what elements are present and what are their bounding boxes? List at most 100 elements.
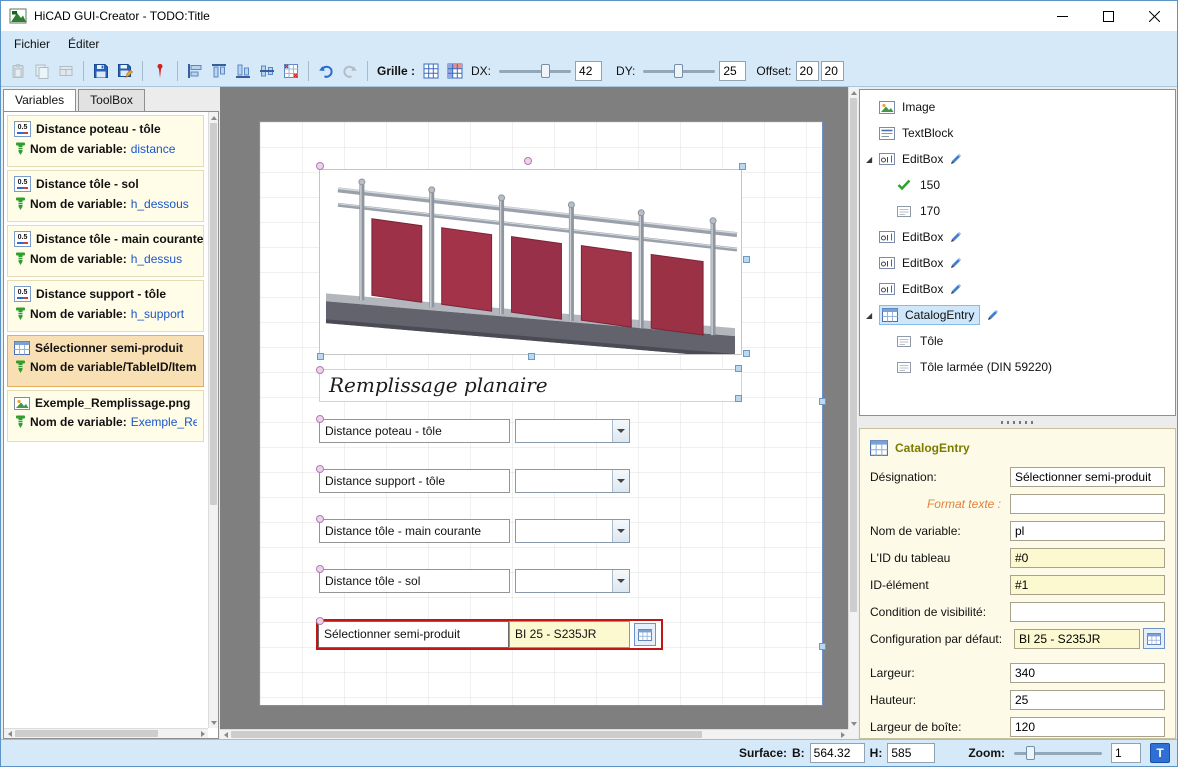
row-dropdown[interactable]	[515, 519, 630, 543]
dropdown-arrow-icon[interactable]	[612, 470, 629, 492]
largeur-boite-input[interactable]	[1010, 716, 1165, 737]
selection-handle[interactable]	[743, 350, 750, 357]
largeur-input[interactable]	[1010, 662, 1165, 683]
id-element-input[interactable]	[1010, 574, 1165, 595]
format-texte-input[interactable]	[1010, 493, 1165, 514]
selection-handle[interactable]	[316, 162, 324, 170]
canvas-horizontal-scrollbar[interactable]	[220, 729, 848, 739]
canvas-vertical-scrollbar[interactable]	[848, 87, 858, 729]
variable-card-distance[interactable]: 0.5 Distance poteau - tôle Nom de variabl…	[7, 115, 204, 167]
nom-variable-input[interactable]	[1010, 520, 1165, 541]
redo-icon[interactable]	[338, 59, 362, 83]
hauteur-input[interactable]	[1010, 689, 1165, 710]
tab-variables[interactable]: Variables	[3, 89, 77, 111]
catalog-row-label[interactable]: Sélectionner semi-produit	[318, 621, 509, 648]
tree-item-textblock[interactable]: TextBlock	[860, 120, 1175, 146]
row-label[interactable]: Distance poteau - tôle	[319, 419, 510, 443]
variables-vertical-scrollbar[interactable]	[208, 112, 218, 728]
tree-item-tole[interactable]: Tôle	[860, 328, 1175, 354]
save-icon[interactable]	[89, 59, 113, 83]
align-bottom-icon[interactable]	[231, 59, 255, 83]
configuration-defaut-input[interactable]	[1014, 628, 1140, 649]
selection-handle[interactable]	[524, 157, 532, 165]
selection-handle[interactable]	[316, 366, 324, 374]
selection-handle[interactable]	[316, 415, 324, 423]
paste-icon[interactable]	[6, 59, 30, 83]
grid-snap-icon[interactable]	[443, 59, 467, 83]
catalog-row-value[interactable]: BI 25 - S235JR	[509, 621, 630, 648]
maximize-button[interactable]	[1085, 1, 1131, 31]
surface-h-input[interactable]	[887, 743, 936, 763]
align-grid-icon[interactable]	[279, 59, 303, 83]
dx-input[interactable]	[575, 61, 603, 81]
align-middle-icon[interactable]	[255, 59, 279, 83]
copy-icon[interactable]	[30, 59, 54, 83]
variable-card-h-support[interactable]: 0.5 Distance support - tôle Nom de variab…	[7, 280, 204, 332]
offset-x-input[interactable]	[795, 61, 819, 81]
row-dropdown[interactable]	[515, 569, 630, 593]
condition-visibilite-input[interactable]	[1010, 601, 1165, 622]
selection-handle[interactable]	[528, 353, 535, 360]
minimize-button[interactable]	[1039, 1, 1085, 31]
pencil-icon[interactable]	[950, 257, 962, 269]
variable-card-semi-produit[interactable]: Sélectionner semi-produit Nom de variabl…	[7, 335, 204, 387]
selection-handle[interactable]	[743, 256, 750, 263]
selection-handle[interactable]	[317, 353, 324, 360]
row-label[interactable]: Distance tôle - main courante	[319, 519, 510, 543]
text-mode-button[interactable]: T	[1150, 743, 1170, 763]
row-dropdown[interactable]	[515, 469, 630, 493]
surface-b-input[interactable]	[809, 743, 865, 763]
variable-card-h-dessous[interactable]: 0.5 Distance tôle - sol Nom de variable: …	[7, 170, 204, 222]
design-canvas[interactable]: Remplissage planaire Distance poteau - t…	[220, 87, 858, 739]
tree-item-editbox-2[interactable]: EditBox	[860, 224, 1175, 250]
variables-horizontal-scrollbar[interactable]	[4, 728, 208, 738]
dropdown-arrow-icon[interactable]	[612, 570, 629, 592]
selection-handle[interactable]	[735, 365, 742, 372]
variable-card-h-dessus[interactable]: 0.5 Distance tôle - main courante Nom de …	[7, 225, 204, 277]
pencil-icon[interactable]	[950, 231, 962, 243]
form-title-textblock[interactable]: Remplissage planaire	[319, 369, 742, 402]
selection-handle[interactable]	[316, 465, 324, 473]
pencil-icon[interactable]	[950, 283, 962, 295]
zoom-input[interactable]	[1111, 743, 1141, 763]
tree-expander-icon[interactable]: ◢	[866, 155, 879, 164]
selection-handle[interactable]	[316, 565, 324, 573]
selection-handle[interactable]	[739, 163, 746, 170]
undo-icon[interactable]	[314, 59, 338, 83]
selection-handle[interactable]	[316, 515, 324, 523]
zoom-slider[interactable]	[1014, 744, 1102, 762]
menu-fichier[interactable]: Fichier	[5, 33, 59, 55]
menu-editer[interactable]: Éditer	[59, 33, 108, 55]
align-left-icon[interactable]	[183, 59, 207, 83]
close-button[interactable]	[1131, 1, 1177, 31]
tab-toolbox[interactable]: ToolBox	[78, 89, 145, 111]
form-page[interactable]: Remplissage planaire Distance poteau - t…	[259, 121, 826, 706]
row-label[interactable]: Distance support - tôle	[319, 469, 510, 493]
dropdown-arrow-icon[interactable]	[612, 520, 629, 542]
align-top-icon[interactable]	[207, 59, 231, 83]
save-as-icon[interactable]	[113, 59, 137, 83]
row-dropdown[interactable]	[515, 419, 630, 443]
grid-icon[interactable]	[419, 59, 443, 83]
table-id-input[interactable]	[1010, 547, 1165, 568]
railing-image[interactable]	[319, 169, 742, 358]
dx-slider[interactable]	[499, 62, 572, 80]
dy-input[interactable]	[719, 61, 747, 81]
panel-splitter[interactable]	[859, 418, 1176, 427]
selection-handle[interactable]	[735, 395, 742, 402]
catalog-entry-widget-selected[interactable]: Sélectionner semi-produit BI 25 - S235JR	[316, 619, 663, 650]
tree-expander-icon[interactable]: ◢	[866, 311, 879, 320]
pencil-icon[interactable]	[950, 153, 962, 165]
pencil-icon[interactable]	[987, 309, 999, 321]
catalog-browse-button[interactable]	[1143, 628, 1165, 649]
tree-selection[interactable]: CatalogEntry	[879, 305, 981, 325]
tree-item-catalogentry[interactable]: ◢ CatalogEntry	[860, 302, 1175, 328]
tree-item-image[interactable]: Image	[860, 94, 1175, 120]
tree-item-editbox-3[interactable]: EditBox	[860, 250, 1175, 276]
tree-item-tole-larmee[interactable]: Tôle larmée (DIN 59220)	[860, 354, 1175, 380]
duplicate-icon[interactable]	[54, 59, 78, 83]
designation-input[interactable]	[1010, 466, 1165, 487]
dropdown-arrow-icon[interactable]	[612, 420, 629, 442]
selection-handle[interactable]	[316, 617, 324, 625]
tree-item-editbox-1[interactable]: ◢ EditBox	[860, 146, 1175, 172]
